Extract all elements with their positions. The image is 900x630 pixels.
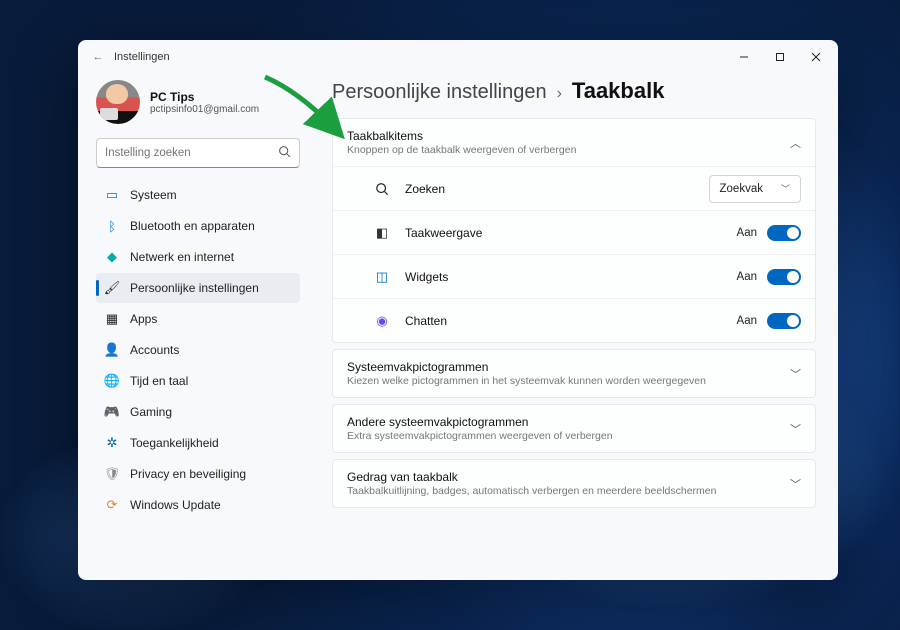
section-other-tray-icons[interactable]: Andere systeemvakpictogrammen Extra syst… bbox=[332, 404, 816, 453]
bluetooth-icon: ᛒ bbox=[104, 218, 120, 234]
sidebar-item-label: Windows Update bbox=[130, 498, 221, 512]
sidebar-item-label: Netwerk en internet bbox=[130, 250, 234, 264]
profile-email: pctipsinfo01@gmail.com bbox=[150, 104, 259, 115]
section-taskbar-behavior[interactable]: Gedrag van taakbalk Taakbalkuitlijning, … bbox=[332, 459, 816, 508]
page-title: Taakbalk bbox=[572, 78, 665, 104]
sidebar-item-system[interactable]: ▭ Systeem bbox=[96, 180, 300, 210]
sidebar-item-gaming[interactable]: 🎮 Gaming bbox=[96, 397, 300, 427]
breadcrumb: Persoonlijke instellingen › Taakbalk bbox=[332, 78, 816, 104]
toggle-state: Aan bbox=[737, 271, 757, 283]
chevron-down-icon: ﹀ bbox=[790, 366, 801, 382]
maximize-button[interactable] bbox=[762, 43, 798, 71]
chevron-up-icon: ︿ bbox=[790, 135, 801, 151]
sidebar-item-label: Tijd en taal bbox=[130, 374, 188, 388]
toggle-chat[interactable] bbox=[767, 313, 801, 329]
search-box[interactable] bbox=[96, 138, 300, 168]
minimize-button[interactable] bbox=[726, 43, 762, 71]
shield-icon: 🛡 bbox=[104, 466, 120, 482]
taskview-icon: ◧ bbox=[373, 225, 391, 241]
settings-window: ← Instellingen PC Tips pctipsinfo01@gmai… bbox=[78, 40, 838, 580]
section-title: Systeemvakpictogrammen bbox=[347, 360, 790, 374]
sidebar-item-label: Systeem bbox=[130, 188, 177, 202]
search-dropdown[interactable]: Zoekvak ﹀ bbox=[709, 175, 801, 203]
row-label: Taakweergave bbox=[405, 226, 737, 240]
back-button[interactable]: ← bbox=[90, 51, 106, 63]
sidebar-item-personalization[interactable]: 🖌 Persoonlijke instellingen bbox=[96, 273, 300, 303]
section-title: Taakbalkitems bbox=[347, 129, 790, 143]
access-icon: ✲ bbox=[104, 435, 120, 451]
section-subtitle: Extra systeemvakpictogrammen weergeven o… bbox=[347, 430, 790, 442]
sidebar-item-label: Privacy en beveiliging bbox=[130, 467, 246, 481]
sidebar-item-update[interactable]: ⟳ Windows Update bbox=[96, 490, 300, 520]
display-icon: ▭ bbox=[104, 187, 120, 203]
update-icon: ⟳ bbox=[104, 497, 120, 513]
chevron-down-icon: ﹀ bbox=[790, 476, 801, 492]
sidebar-item-network[interactable]: ◆ Netwerk en internet bbox=[96, 242, 300, 272]
row-chat: ◉ Chatten Aan bbox=[333, 298, 815, 342]
row-taskview: ◧ Taakweergave Aan bbox=[333, 210, 815, 254]
brush-icon: 🖌 bbox=[104, 280, 120, 296]
profile-name: PC Tips bbox=[150, 90, 259, 104]
sidebar-item-bluetooth[interactable]: ᛒ Bluetooth en apparaten bbox=[96, 211, 300, 241]
main-content: Persoonlijke instellingen › Taakbalk Taa… bbox=[310, 74, 838, 580]
section-subtitle: Taakbalkuitlijning, badges, automatisch … bbox=[347, 485, 790, 497]
sidebar-item-label: Gaming bbox=[130, 405, 172, 419]
section-title: Andere systeemvakpictogrammen bbox=[347, 415, 790, 429]
sidebar-item-label: Bluetooth en apparaten bbox=[130, 219, 255, 233]
profile[interactable]: PC Tips pctipsinfo01@gmail.com bbox=[96, 80, 300, 124]
avatar bbox=[96, 80, 140, 124]
sidebar-item-label: Persoonlijke instellingen bbox=[130, 281, 259, 295]
dropdown-value: Zoekvak bbox=[720, 183, 763, 195]
sidebar-item-label: Apps bbox=[130, 312, 157, 326]
titlebar: ← Instellingen bbox=[78, 40, 838, 74]
toggle-taskview[interactable] bbox=[767, 225, 801, 241]
section-subtitle: Kiezen welke pictogrammen in het systeem… bbox=[347, 375, 790, 387]
row-label: Widgets bbox=[405, 270, 737, 284]
sidebar-item-label: Toegankelijkheid bbox=[130, 436, 219, 450]
search-icon bbox=[373, 182, 391, 196]
sidebar-item-apps[interactable]: ▦ Apps bbox=[96, 304, 300, 334]
breadcrumb-parent[interactable]: Persoonlijke instellingen bbox=[332, 81, 547, 104]
sidebar-item-time[interactable]: 🌐 Tijd en taal bbox=[96, 366, 300, 396]
section-header[interactable]: Taakbalkitems Knoppen op de taakbalk wee… bbox=[333, 119, 815, 166]
section-title: Gedrag van taakbalk bbox=[347, 470, 790, 484]
section-taskbar-items: Taakbalkitems Knoppen op de taakbalk wee… bbox=[332, 118, 816, 343]
nav: ▭ Systeem ᛒ Bluetooth en apparaten ◆ Netwer… bbox=[96, 180, 300, 520]
sidebar-item-privacy[interactable]: 🛡 Privacy en beveiliging bbox=[96, 459, 300, 489]
wifi-icon: ◆ bbox=[104, 249, 120, 265]
apps-icon: ▦ bbox=[104, 311, 120, 327]
game-icon: 🎮 bbox=[104, 404, 120, 420]
toggle-state: Aan bbox=[737, 315, 757, 327]
toggle-state: Aan bbox=[737, 227, 757, 239]
section-tray-icons[interactable]: Systeemvakpictogrammen Kiezen welke pict… bbox=[332, 349, 816, 398]
section-subtitle: Knoppen op de taakbalk weergeven of verb… bbox=[347, 144, 790, 156]
toggle-widgets[interactable] bbox=[767, 269, 801, 285]
person-icon: 👤 bbox=[104, 342, 120, 358]
globe-icon: 🌐 bbox=[104, 373, 120, 389]
sidebar-item-accessibility[interactable]: ✲ Toegankelijkheid bbox=[96, 428, 300, 458]
sidebar-item-accounts[interactable]: 👤 Accounts bbox=[96, 335, 300, 365]
row-label: Zoeken bbox=[405, 182, 709, 196]
chevron-down-icon: ﹀ bbox=[781, 182, 790, 195]
close-button[interactable] bbox=[798, 43, 834, 71]
widgets-icon: ◫ bbox=[373, 269, 391, 285]
chevron-down-icon: ﹀ bbox=[790, 421, 801, 437]
row-widgets: ◫ Widgets Aan bbox=[333, 254, 815, 298]
chevron-right-icon: › bbox=[557, 85, 562, 103]
chat-icon: ◉ bbox=[373, 313, 391, 329]
search-icon bbox=[278, 145, 291, 161]
search-input[interactable] bbox=[105, 147, 278, 159]
window-title: Instellingen bbox=[114, 51, 170, 63]
sidebar-item-label: Accounts bbox=[130, 343, 179, 357]
sidebar: PC Tips pctipsinfo01@gmail.com ▭ Systeem … bbox=[78, 74, 310, 580]
row-label: Chatten bbox=[405, 314, 737, 328]
row-search: Zoeken Zoekvak ﹀ bbox=[333, 166, 815, 210]
